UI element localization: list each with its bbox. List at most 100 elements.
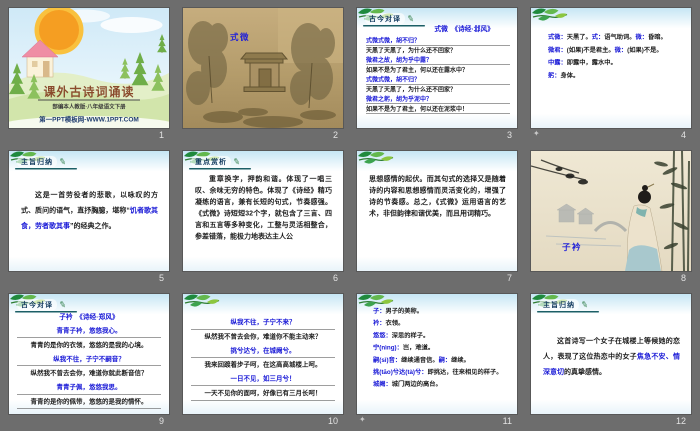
- header-underline: [189, 168, 251, 169]
- slide-thumbnail-4[interactable]: 式微：天黑了。式：语气助词。微：昏暗。微君：(如果)不是君主。微：(如果)不是。…: [531, 8, 691, 128]
- paragraph-segment: 思想感情的起伏。而其句式的选择又是随着诗的内容和思想感情而灵活变化的，增强了诗的…: [369, 175, 506, 217]
- annotation-body: 式微：天黑了。式：语气助词。微：昏暗。微君：(如果)不是君主。微：(如果)不是。…: [548, 31, 685, 82]
- annotation-segment: 躬：: [548, 72, 561, 79]
- slide-thumbnail-8[interactable]: 子衿: [531, 151, 691, 271]
- annotation-line: 衿：衣领。: [373, 317, 509, 329]
- slide-content: 思想感情的起伏。而其句式的选择又是随着诗的内容和思想感情而灵活变化的，增强了诗的…: [357, 151, 517, 271]
- poem-line: 如果不是为了君主，何以还在泥浆中！: [366, 104, 510, 114]
- slide-thumbnail-3[interactable]: 古今对译✎式微 《诗经·邶风》式微式微，胡不归？天黑了天黑了，为什么还不回家？微…: [357, 8, 517, 128]
- annotation-segment: 岂，难道。: [403, 344, 434, 351]
- template-site-text: 第一PPT模板网-WWW.1PPT.COM: [9, 114, 169, 124]
- annotation-segment: 微君：: [548, 46, 567, 53]
- annotation-line: 嗣(sì)音：继续通音信。嗣：继续。: [373, 354, 509, 366]
- annotation-segment: 嗣：: [439, 356, 452, 363]
- slide-thumbnail-9[interactable]: 古今对译✎子衿 《诗经·郑风》青青子衿，悠悠我心。青青的是你的衣领，悠悠的是我的…: [9, 294, 169, 414]
- header-underline: [537, 311, 599, 312]
- section-header: 主旨归纳✎: [17, 156, 66, 168]
- annotation-segment: 城门两边的高台。: [392, 381, 442, 388]
- slide-footer: 8: [531, 271, 691, 284]
- annotation-line: 中露：即露中，露水中。: [548, 57, 685, 70]
- slide-footer: 3: [357, 128, 517, 141]
- slide-number: 1: [159, 130, 164, 140]
- slide-cell: 课外古诗词诵读部编本人教版·八年级语文下册第一PPT模板网-WWW.1PPT.C…: [9, 8, 169, 142]
- slide-content: 式微: [183, 8, 343, 128]
- slide-cell: 古今对译✎子衿 《诗经·郑风》青青子衿，悠悠我心。青青的是你的衣领，悠悠的是我的…: [9, 294, 169, 428]
- painting-caption: 子衿: [562, 240, 582, 253]
- slide-cell: 主旨归纳✎这是一首劳役者的悲歌，以咏叹的方式、质问的语气，直抒胸臆，堪称“饥者歌…: [9, 151, 169, 285]
- slide-cell: 纵我不往，子宁不来？纵然我不曾去会你，难道你不能主动来？挑兮达兮，在城阙兮。我来…: [183, 294, 343, 428]
- section-header-label: 主旨归纳: [539, 299, 579, 311]
- paragraph-segment: 重章换字，押韵和谐。体现了一唱三叹、余味无穷的特色。体现了《诗经》精巧凝练的语言…: [195, 175, 332, 240]
- pencil-icon: ✎: [406, 13, 415, 24]
- slide-thumbnail-1[interactable]: 课外古诗词诵读部编本人教版·八年级语文下册第一PPT模板网-WWW.1PPT.C…: [9, 8, 169, 128]
- poem-line: 纵我不往，子宁不嗣音？: [17, 352, 161, 366]
- slide-cell: 式微：天黑了。式：语气助词。微：昏暗。微君：(如果)不是君主。微：(如果)不是。…: [531, 8, 691, 142]
- annotation-line: 宁(nìng)：岂，难道。: [373, 342, 509, 354]
- annotation-segment: 嗣(sì)音：: [373, 356, 401, 363]
- section-header-label: 重点赏析: [191, 156, 231, 168]
- annotation-line: 城阙：城门两边的高台。: [373, 378, 509, 390]
- section-header: 主旨归纳✎: [539, 299, 588, 311]
- slide-thumbnail-7[interactable]: 思想感情的起伏。而其句式的选择又是随着诗的内容和思想感情而灵活变化的，增强了诗的…: [357, 151, 517, 271]
- title-divider: [38, 100, 140, 101]
- pencil-icon: ✎: [232, 156, 241, 167]
- slide-cell: 子：男子的美称。衿：衣领。悠悠：深思的样子。宁(nìng)：岂，难道。嗣(sì)…: [357, 294, 517, 428]
- slide-footer: 6: [183, 271, 343, 284]
- slide-footer: 9: [9, 414, 169, 427]
- poem-line: 纵然我不曾去会你，难道你就此断音信？: [17, 366, 161, 380]
- slide-cell: 子衿 8: [531, 151, 691, 285]
- header-underline: [363, 25, 425, 26]
- slide-thumbnail-10[interactable]: 纵我不往，子宁不来？纵然我不曾去会你，难道你不能主动来？挑兮达兮，在城阙兮。我来…: [183, 294, 343, 414]
- paragraph-segment: 的真挚感情。: [564, 367, 606, 375]
- slide-thumbnail-11[interactable]: 子：男子的美称。衿：衣领。悠悠：深思的样子。宁(nìng)：岂，难道。嗣(sì)…: [357, 294, 517, 414]
- annotation-line: 微君：(如果)不是君主。微：(如果)不是。: [548, 44, 685, 57]
- slide-thumbnail-5[interactable]: 主旨归纳✎这是一首劳役者的悲歌，以咏叹的方式、质问的语气，直抒胸臆，堪称“饥者歌…: [9, 151, 169, 271]
- slide-footer: ✦ 11: [357, 414, 517, 427]
- slide-cell: 思想感情的起伏。而其句式的选择又是随着诗的内容和思想感情而灵活变化的，增强了诗的…: [357, 151, 517, 285]
- annotation-segment: 深思的样子。: [392, 332, 430, 339]
- annotation-segment: 身体。: [561, 72, 580, 79]
- annotation-segment: 昏暗。: [648, 34, 667, 41]
- animation-indicator-icon: ✦: [533, 129, 540, 138]
- section-header: 重点赏析✎: [191, 156, 240, 168]
- annotation-segment: 衣领。: [386, 320, 405, 327]
- slide-thumbnail-12[interactable]: 主旨归纳✎这首诗写一个女子在城楼上等候她的恋人，表现了这位热恋中的女子焦急不安、…: [531, 294, 691, 414]
- slide-number: 8: [681, 273, 686, 283]
- slide-cell: 重点赏析✎ 重章换字，押韵和谐。体现了一唱三叹、余味无穷的特色。体现了《诗经》精巧…: [183, 151, 343, 285]
- annotation-line: 悠悠：深思的样子。: [373, 329, 509, 341]
- poem-line: 青青的是你的衣领，悠悠的是我的心境。: [17, 338, 161, 352]
- animation-indicator-icon: ✦: [359, 415, 366, 424]
- header-underline: [15, 311, 77, 312]
- slide-content: 重点赏析✎ 重章换字，押韵和谐。体现了一唱三叹、余味无穷的特色。体现了《诗经》精巧…: [183, 151, 343, 271]
- annotation-segment: 城阙：: [373, 381, 392, 388]
- poem-line: 如果不是为了君主，何以还在露水中？: [366, 65, 510, 75]
- slide-content: 课外古诗词诵读部编本人教版·八年级语文下册第一PPT模板网-WWW.1PPT.C…: [9, 8, 169, 128]
- poem-line: 微君之躬，胡为乎泥中？: [366, 94, 510, 104]
- paragraph-body: 思想感情的起伏。而其句式的选择又是随着诗的内容和思想感情而灵活变化的，增强了诗的…: [369, 173, 506, 219]
- painting-caption: 式微: [230, 30, 250, 43]
- translation-body: 纵我不往，子宁不来？纵然我不曾去会你，难道你不能主动来？挑兮达兮，在城阙兮。我来…: [183, 315, 343, 400]
- slide-content: 式微：天黑了。式：语气助词。微：昏暗。微君：(如果)不是君主。微：(如果)不是。…: [531, 8, 691, 128]
- annotation-segment: (如果)不是君主。: [567, 46, 615, 53]
- paragraph-segment: ”的经典之作。: [70, 221, 116, 229]
- annotation-segment: 中露：: [548, 59, 567, 66]
- slide-thumbnail-6[interactable]: 重点赏析✎ 重章换字，押韵和谐。体现了一唱三叹、余味无穷的特色。体现了《诗经》精巧…: [183, 151, 343, 271]
- cover-title: 课外古诗词诵读: [9, 82, 169, 100]
- poem-line: 式微式微，胡不归？: [366, 75, 510, 85]
- slide-number: 3: [507, 130, 512, 140]
- translation-body: 式微 《诗经·邶风》式微式微，胡不归？天黑了天黑了，为什么还不回家？微君之故，胡…: [357, 23, 517, 114]
- annotation-segment: 微：: [615, 46, 628, 53]
- annotation-line: 躬：身体。: [548, 69, 685, 82]
- slide-number: 7: [507, 273, 512, 283]
- annotation-line: 挑(tāo)兮达(tà)兮：即挑达，往来相见的样子。: [373, 366, 509, 378]
- slide-number: 10: [328, 416, 338, 426]
- slide-number: 11: [503, 416, 512, 426]
- section-header: 古今对译✎: [17, 299, 66, 311]
- poem-line: 微君之故，胡为乎中露？: [366, 55, 510, 65]
- slide-footer: 7: [357, 271, 517, 284]
- slide-thumbnail-2[interactable]: 式微: [183, 8, 343, 128]
- leaf-decoration-icon: [531, 8, 570, 25]
- slide-footer: 5: [9, 271, 169, 284]
- slide-sorter-grid: 课外古诗词诵读部编本人教版·八年级语文下册第一PPT模板网-WWW.1PPT.C…: [0, 0, 700, 428]
- pencil-icon: ✎: [580, 299, 589, 310]
